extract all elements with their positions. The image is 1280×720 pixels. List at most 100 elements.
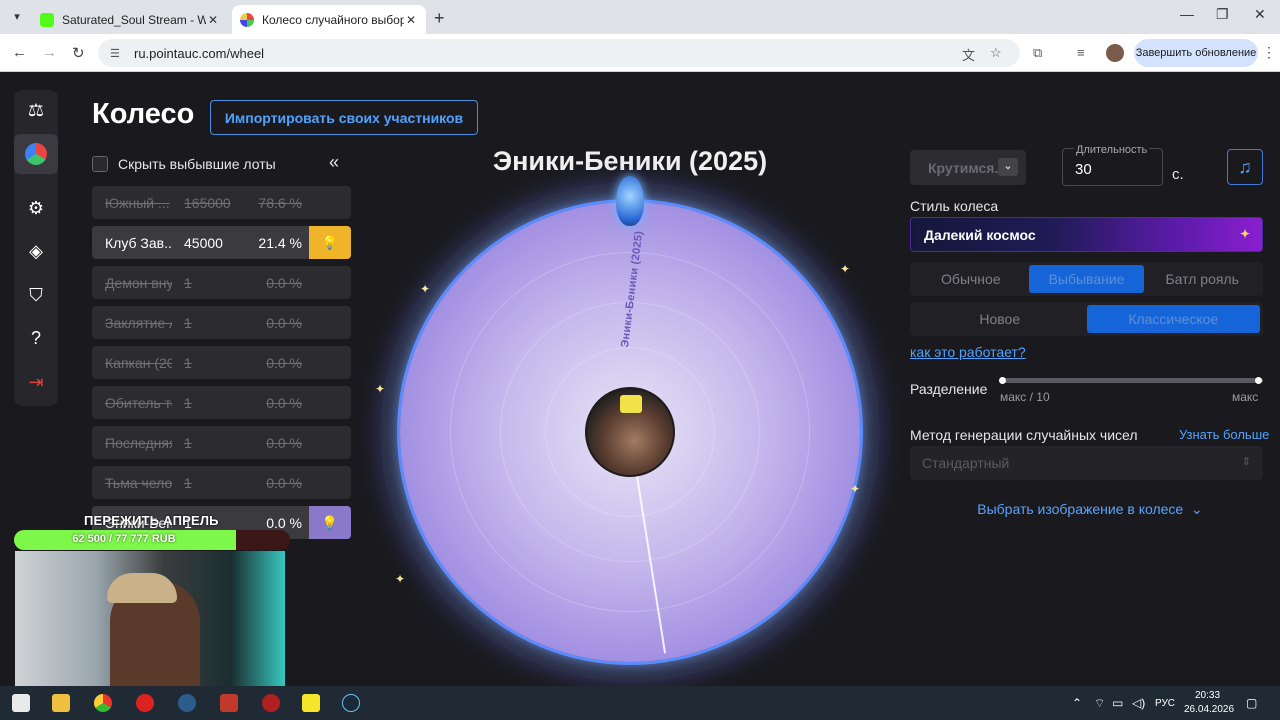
wheel[interactable]: Эники-Беники (2025) ✦ ✦ ✦ ✦ ✦: [375, 176, 880, 682]
lot-percent: 0.0 %: [266, 394, 302, 411]
chrome-icon[interactable]: [94, 694, 112, 712]
lot-row[interactable]: Обитель теней 1 0.0 %: [92, 386, 351, 419]
variant-option-new[interactable]: Новое: [913, 305, 1087, 333]
clock-date[interactable]: 26.04.2026: [1184, 704, 1234, 715]
wheel-style-label: Стиль колеса: [910, 198, 999, 214]
app-icon[interactable]: [302, 694, 320, 712]
obs-icon[interactable]: [178, 694, 196, 712]
spin-button-label: Крутимся...: [928, 159, 1007, 176]
extensions-icon[interactable]: ⧉: [1033, 45, 1042, 61]
browser-toolbar: ← → ↻ ☰ ru.pointauc.com/wheel 文 ☆ ⧉ ≡ За…: [0, 34, 1280, 72]
forward-icon[interactable]: →: [42, 44, 57, 61]
spin-button[interactable]: Крутимся... ⌄: [910, 150, 1026, 185]
lot-percent: 0.0 %: [266, 434, 302, 451]
donation-goal-progress: 62 500 / 77 777 RUB: [72, 533, 176, 545]
close-tab-icon[interactable]: ✕: [404, 13, 418, 27]
split-slider[interactable]: [1000, 378, 1263, 383]
duration-value: 30: [1075, 161, 1092, 178]
variant-option-classic[interactable]: Классическое: [1086, 305, 1260, 333]
shield-icon[interactable]: ⛉: [14, 275, 58, 315]
hide-eliminated-toggle[interactable]: Скрыть выбывшие лоты: [92, 156, 276, 172]
wheel-style-value: Далекий космос: [924, 226, 1036, 243]
bookmark-star-icon[interactable]: ☆: [990, 45, 1002, 61]
lot-name: Обитель теней: [105, 394, 172, 411]
lightbulb-icon[interactable]: 💡: [309, 226, 351, 259]
lightbulb-icon[interactable]: 💡: [309, 506, 351, 539]
lot-row-active[interactable]: Клуб Зав... 45000 21.4 % 💡: [92, 226, 351, 259]
how-it-works-link[interactable]: как это работает?: [910, 344, 1026, 360]
clock-time[interactable]: 20:33: [1195, 690, 1220, 701]
split-slider-handle-min[interactable]: [999, 377, 1006, 384]
split-slider-handle-max[interactable]: [1255, 377, 1262, 384]
wheel-style-select[interactable]: Далекий космос ✦: [910, 217, 1263, 252]
mode-option-elimination[interactable]: Выбывание: [1028, 265, 1145, 293]
lot-percent: 0.0 %: [266, 274, 302, 291]
opera-icon[interactable]: [136, 694, 154, 712]
rng-method-label: Метод генерации случайных чисел: [910, 427, 1138, 443]
settings-icon[interactable]: ⚙: [14, 188, 58, 228]
mode-option-normal[interactable]: Обычное: [913, 265, 1029, 293]
donation-goal-title: ПЕРЕЖИТЬ АПРЕЛЬ: [84, 513, 219, 528]
variant-selector: Новое Классическое: [910, 302, 1263, 336]
profile-avatar[interactable]: [1106, 44, 1124, 62]
help-icon[interactable]: ?: [14, 318, 58, 358]
lot-row[interactable]: Капкан (2010) 1 0.0 %: [92, 346, 351, 379]
translate-icon[interactable]: 文: [962, 45, 975, 64]
address-bar[interactable]: ☰ ru.pointauc.com/wheel: [98, 39, 1020, 67]
hide-eliminated-checkbox[interactable]: [92, 156, 108, 172]
gavel-icon[interactable]: ⚖: [14, 90, 58, 130]
layers-icon[interactable]: ◈: [14, 231, 58, 271]
new-tab-icon[interactable]: +: [434, 8, 445, 29]
tab-search-icon[interactable]: ▾: [8, 8, 26, 26]
duration-label: Длительность: [1074, 144, 1150, 156]
tray-chevron-icon[interactable]: ⌃: [1072, 696, 1082, 710]
collapse-panel-icon[interactable]: «: [329, 152, 339, 173]
rng-method-select[interactable]: Стандартный ⇕: [910, 446, 1263, 480]
mode-option-battle-royale[interactable]: Батл рояль: [1144, 265, 1260, 293]
browser-menu-icon[interactable]: ⋮: [1262, 44, 1276, 61]
music-note-icon[interactable]: ♫: [1227, 149, 1263, 185]
browser-tab-wheel[interactable]: Колесо случайного выбора – I ✕: [232, 5, 426, 34]
minimize-icon[interactable]: —: [1180, 6, 1194, 22]
logout-icon[interactable]: ⇥: [14, 362, 58, 402]
lot-row[interactable]: Тьма человеч... 1 0.0 %: [92, 466, 351, 499]
sparkle-icon: ✦: [840, 262, 851, 276]
maximize-icon[interactable]: ❐: [1216, 6, 1229, 23]
close-window-icon[interactable]: ✕: [1254, 6, 1266, 23]
spin-options-icon[interactable]: ⌄: [998, 158, 1018, 176]
back-icon[interactable]: ←: [12, 44, 27, 61]
notifications-icon[interactable]: ▢: [1246, 696, 1257, 710]
side-navigation: ⚖ ⚙ ◈ ⛉ ? ⇥: [14, 90, 58, 406]
start-icon[interactable]: [12, 694, 30, 712]
wheel-icon[interactable]: [14, 134, 58, 174]
lot-row[interactable]: Демон внутри... 1 0.0 %: [92, 266, 351, 299]
duration-unit: с.: [1172, 166, 1184, 183]
steam-icon[interactable]: [342, 694, 360, 712]
import-participants-button[interactable]: Импортировать своих участников: [210, 100, 478, 135]
battery-icon[interactable]: ▭: [1112, 696, 1123, 710]
volume-icon[interactable]: ◁): [1132, 696, 1145, 710]
rng-method-value: Стандартный: [922, 455, 1010, 471]
update-button[interactable]: Завершить обновление: [1134, 39, 1258, 67]
reload-icon[interactable]: ↻: [72, 44, 85, 62]
network-icon[interactable]: ⌔: [1094, 696, 1105, 711]
kick-favicon-icon: [40, 12, 54, 27]
close-tab-icon[interactable]: ✕: [206, 13, 220, 27]
hide-eliminated-label: Скрыть выбывшие лоты: [118, 156, 276, 172]
browser-tab-stream[interactable]: Saturated_Soul Stream - Watch ✕: [32, 5, 228, 34]
app-icon[interactable]: [220, 694, 238, 712]
sparkle-icon: ✦: [1239, 227, 1250, 241]
app-icon[interactable]: [262, 694, 280, 712]
media-control-icon[interactable]: ≡: [1077, 45, 1085, 60]
lot-row[interactable]: Южный ... 165000 78.6 %: [92, 186, 351, 219]
language-indicator[interactable]: РУС: [1155, 698, 1175, 709]
lot-row[interactable]: Последняя см... 1 0.0 %: [92, 426, 351, 459]
site-info-icon[interactable]: ☰: [110, 47, 126, 60]
choose-wheel-image-toggle[interactable]: Выбрать изображение в колесе ⌄: [970, 501, 1210, 518]
lot-amount: 1: [184, 274, 192, 291]
learn-more-link[interactable]: Узнать больше: [1179, 427, 1269, 442]
page-title: Колесо: [92, 98, 195, 130]
crown-icon: [620, 395, 642, 413]
explorer-icon[interactable]: [52, 694, 70, 712]
lot-row[interactable]: Заклятие Аме... 1 0.0 %: [92, 306, 351, 339]
